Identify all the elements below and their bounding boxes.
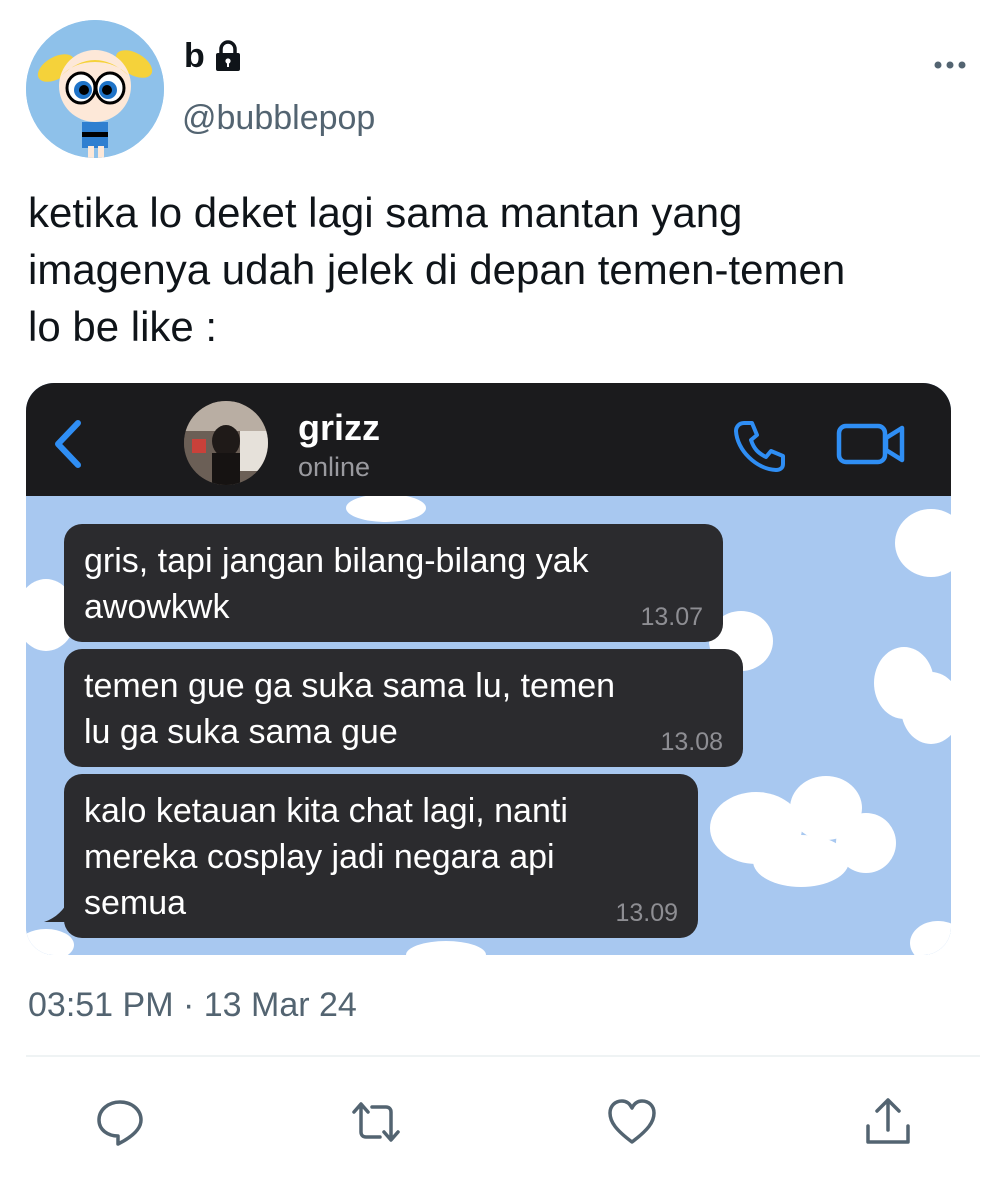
contact-avatar[interactable] (184, 401, 268, 485)
message-time: 13.08 (660, 728, 723, 756)
divider (26, 1055, 980, 1057)
video-camera-icon[interactable] (836, 421, 906, 467)
chat-message-bubble: gris, tapi jangan bilang-bilang yak awow… (64, 524, 723, 642)
phone-icon[interactable] (730, 417, 788, 475)
retweet-button[interactable] (350, 1096, 402, 1148)
tweet-text-line: ketika lo deket lagi sama mantan yang (28, 189, 743, 236)
contact-name: grizz (298, 407, 381, 448)
author-avatar[interactable] (26, 20, 164, 158)
display-name-text: b (184, 37, 205, 75)
message-text-line: lu ga suka sama gue (84, 713, 398, 751)
author-display-name[interactable]: b (184, 34, 245, 78)
message-time: 13.07 (640, 603, 703, 631)
share-button[interactable] (862, 1096, 914, 1148)
reply-button[interactable] (94, 1096, 146, 1148)
message-text-line: awowkwk (84, 588, 230, 626)
tweet-text-line: imagenya udah jelek di depan temen-temen (28, 246, 846, 293)
message-text-line: semua (84, 884, 187, 922)
author-handle[interactable]: @bubblepop (182, 96, 375, 140)
more-icon[interactable] (930, 55, 970, 75)
message-text-line: mereka cosplay jadi negara api (84, 838, 555, 876)
message-time: 13.09 (615, 899, 678, 927)
back-chevron-icon[interactable] (50, 417, 86, 471)
tweet-timestamp[interactable]: 03:51 PM · 13 Mar 24 (28, 983, 357, 1027)
message-text-line: kalo ketauan kita chat lagi, nanti (84, 792, 568, 830)
message-text-line: gris, tapi jangan bilang-bilang yak (84, 542, 589, 580)
retweet-icon (352, 1102, 400, 1142)
tweet-text-line: lo be like : (28, 303, 218, 350)
tweet-text: ketika lo deket lagi sama mantan yang im… (28, 184, 988, 355)
contact-status: online (298, 452, 371, 482)
powerpuff-avatar-image (26, 20, 164, 158)
chat-header: grizz online (26, 383, 951, 496)
message-text-line: temen gue ga suka sama lu, temen (84, 667, 616, 705)
chat-message-bubble: temen gue ga suka sama lu, temen lu ga s… (64, 649, 743, 767)
like-button[interactable] (606, 1096, 658, 1148)
tweet-media-image[interactable]: grizz online gris, tapi jangan bilang-bi… (26, 383, 951, 955)
contact-avatar-image (184, 401, 268, 485)
share-icon (866, 1098, 910, 1144)
heart-icon (608, 1099, 656, 1144)
reply-icon (97, 1100, 143, 1146)
lock-icon (215, 40, 240, 71)
chat-message-bubble: kalo ketauan kita chat lagi, nanti merek… (64, 774, 698, 938)
